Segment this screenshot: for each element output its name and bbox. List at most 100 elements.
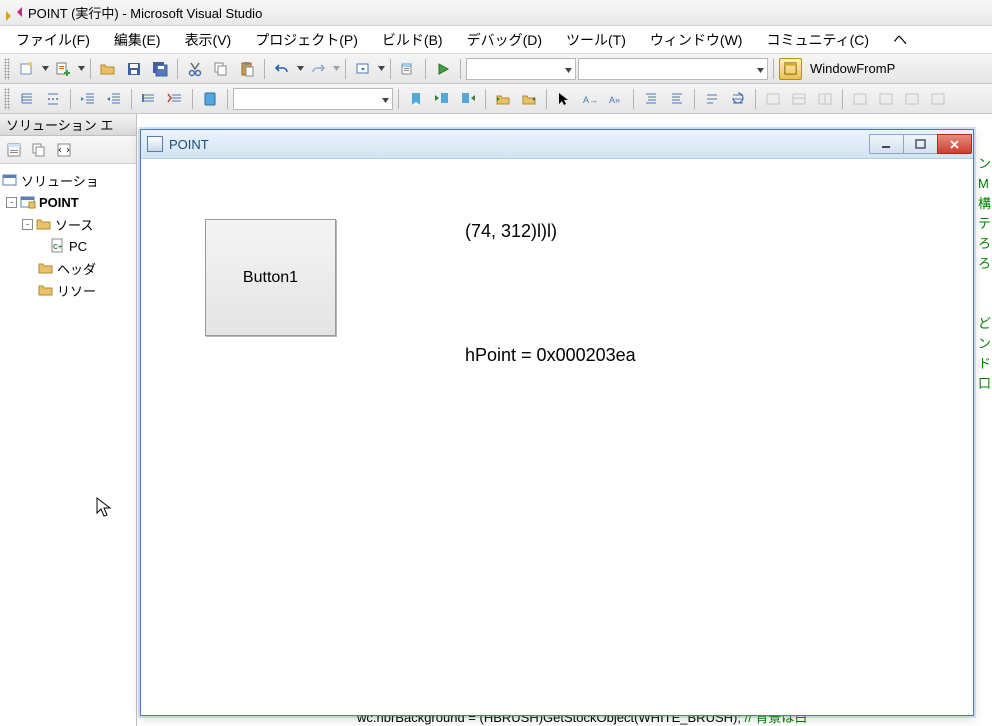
folder-icon bbox=[38, 260, 54, 276]
menu-tools[interactable]: ツール(T) bbox=[556, 26, 636, 54]
windowfrompoint-label: WindowFromP bbox=[810, 61, 895, 76]
menu-community[interactable]: コミュニティ(C) bbox=[756, 26, 879, 54]
solution-tree: ソリューショ - POINT - ソース C+ PC bbox=[0, 164, 136, 306]
tree-cpp-row[interactable]: C+ PC bbox=[2, 235, 134, 257]
folder-icon bbox=[38, 282, 54, 298]
cut-button[interactable] bbox=[183, 57, 207, 81]
main-area: ソリューション エ ソリューショ - bbox=[0, 114, 992, 726]
whitespace-button[interactable] bbox=[41, 87, 65, 111]
folder-icon bbox=[36, 216, 52, 232]
outdent-block-button[interactable] bbox=[665, 87, 689, 111]
prev-bookmark-folder-button[interactable] bbox=[491, 87, 515, 111]
format-sel-button[interactable] bbox=[700, 87, 724, 111]
box-3-button[interactable] bbox=[813, 87, 837, 111]
bookmark-toggle-button[interactable] bbox=[198, 87, 222, 111]
tree-solution-row[interactable]: ソリューショ bbox=[2, 169, 134, 191]
new-project-button[interactable] bbox=[15, 57, 39, 81]
tree-source-label: ソース bbox=[55, 215, 93, 234]
box-4-button[interactable] bbox=[848, 87, 872, 111]
tree-twisty-icon[interactable]: - bbox=[6, 197, 17, 208]
toolbar-handle[interactable] bbox=[4, 88, 10, 110]
point-title-text: POINT bbox=[169, 137, 209, 152]
toolbar-handle[interactable] bbox=[4, 58, 10, 80]
save-all-button[interactable] bbox=[148, 57, 172, 81]
next-bookmark-button[interactable] bbox=[456, 87, 480, 111]
tree-twisty-icon[interactable]: - bbox=[22, 219, 33, 230]
tree-resources-label: リソー bbox=[57, 281, 96, 300]
box-6-button[interactable] bbox=[900, 87, 924, 111]
box-1-button[interactable] bbox=[761, 87, 785, 111]
toolbar-text: A→ A» bbox=[0, 84, 992, 114]
button1[interactable]: Button1 bbox=[205, 219, 336, 336]
undo-format-button[interactable] bbox=[726, 87, 750, 111]
redo-button[interactable] bbox=[306, 57, 330, 81]
new-project-dropdown[interactable] bbox=[41, 57, 49, 81]
comment-button[interactable] bbox=[137, 87, 161, 111]
minimize-button[interactable] bbox=[869, 134, 904, 154]
member-combo[interactable] bbox=[233, 88, 393, 110]
navigate-button[interactable] bbox=[351, 57, 375, 81]
properties-button[interactable] bbox=[4, 140, 24, 160]
solution-platform-combo[interactable] bbox=[578, 58, 768, 80]
find-symbol-button[interactable]: A→ bbox=[578, 87, 602, 111]
title-bar: POINT (実行中) - Microsoft Visual Studio bbox=[0, 0, 992, 26]
copy-button[interactable] bbox=[209, 57, 233, 81]
add-item-button[interactable] bbox=[51, 57, 75, 81]
point-client-area[interactable]: Button1 (74, 312)l)l) hPoint = 0x000203e… bbox=[141, 159, 973, 715]
next-bookmark-folder-button[interactable] bbox=[517, 87, 541, 111]
view-code-button[interactable] bbox=[54, 140, 74, 160]
solution-explorer-title: ソリューション エ bbox=[0, 114, 136, 136]
tree-resources-row[interactable]: リソー bbox=[2, 279, 134, 301]
redo-dropdown[interactable] bbox=[332, 57, 340, 81]
solution-icon bbox=[2, 172, 18, 188]
box-5-button[interactable] bbox=[874, 87, 898, 111]
menu-project[interactable]: プロジェクト(P) bbox=[245, 26, 368, 54]
cursor-select-button[interactable] bbox=[552, 87, 576, 111]
menu-edit[interactable]: 編集(E) bbox=[104, 26, 171, 54]
coord-text: (74, 312)l)l) bbox=[465, 221, 557, 242]
increase-indent-button[interactable] bbox=[102, 87, 126, 111]
toolbar-main: WindowFromP bbox=[0, 54, 992, 84]
maximize-button[interactable] bbox=[903, 134, 938, 154]
show-all-button[interactable] bbox=[29, 140, 49, 160]
solution-config-combo[interactable] bbox=[466, 58, 576, 80]
vs-logo-icon bbox=[6, 5, 22, 21]
indent-block-button[interactable] bbox=[639, 87, 663, 111]
prev-bookmark-button[interactable] bbox=[430, 87, 454, 111]
tree-headers-label: ヘッダ bbox=[57, 259, 96, 278]
point-title-bar[interactable]: POINT bbox=[141, 130, 973, 159]
find-next-button[interactable]: A» bbox=[604, 87, 628, 111]
menu-build[interactable]: ビルド(B) bbox=[372, 26, 453, 54]
decrease-indent-button[interactable] bbox=[76, 87, 100, 111]
window-title: POINT (実行中) - Microsoft Visual Studio bbox=[28, 3, 262, 22]
tree-project-row[interactable]: - POINT bbox=[2, 191, 134, 213]
menu-file[interactable]: ファイル(F) bbox=[6, 26, 100, 54]
close-button[interactable] bbox=[937, 134, 972, 154]
box-7-button[interactable] bbox=[926, 87, 950, 111]
uncomment-button[interactable] bbox=[163, 87, 187, 111]
toggle-bookmark-button[interactable] bbox=[404, 87, 428, 111]
undo-dropdown[interactable] bbox=[296, 57, 304, 81]
windowfrompoint-icon[interactable] bbox=[779, 58, 802, 80]
box-2-button[interactable] bbox=[787, 87, 811, 111]
tree-cpp-label: PC bbox=[69, 239, 87, 254]
add-item-dropdown[interactable] bbox=[77, 57, 85, 81]
menu-bar: ファイル(F) 編集(E) 表示(V) プロジェクト(P) ビルド(B) デバッ… bbox=[0, 26, 992, 54]
point-app-window: POINT Button1 (74, 312)l)l) hPoint = 0x0… bbox=[140, 129, 974, 716]
project-icon bbox=[20, 194, 36, 210]
menu-view[interactable]: 表示(V) bbox=[175, 26, 242, 54]
menu-help[interactable]: ヘ bbox=[883, 26, 917, 54]
tree-source-row[interactable]: - ソース bbox=[2, 213, 134, 235]
undo-button[interactable] bbox=[270, 57, 294, 81]
save-button[interactable] bbox=[122, 57, 146, 81]
indent-guides-button[interactable] bbox=[15, 87, 39, 111]
navigate-dropdown[interactable] bbox=[377, 57, 385, 81]
tree-headers-row[interactable]: ヘッダ bbox=[2, 257, 134, 279]
start-debug-button[interactable] bbox=[431, 57, 455, 81]
find-button[interactable] bbox=[396, 57, 420, 81]
menu-debug[interactable]: デバッグ(D) bbox=[457, 26, 552, 54]
menu-window[interactable]: ウィンドウ(W) bbox=[640, 26, 753, 54]
tree-project-label: POINT bbox=[39, 195, 79, 210]
paste-button[interactable] bbox=[235, 57, 259, 81]
open-button[interactable] bbox=[96, 57, 120, 81]
